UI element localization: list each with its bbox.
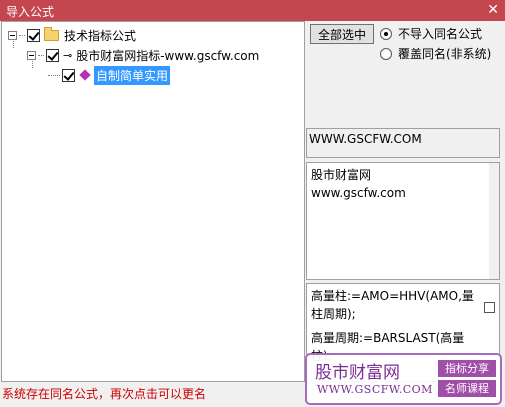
tree-dots (19, 34, 25, 36)
tree-node-root[interactable]: 技术指标公式 (8, 26, 136, 44)
watermark-site-url: WWW.GSCFW.COM (317, 383, 433, 396)
leaf-checkbox[interactable] (62, 68, 75, 82)
child-label: 股市财富网指标-www.gscfw.com (76, 48, 260, 63)
formula-url: WWW.GSCFW.COM (309, 132, 422, 146)
formula-description[interactable]: 股市财富网 www.gscfw.com (306, 162, 500, 280)
code-line: 高量柱:=AMO=HHV(AMO,量柱周期); (311, 289, 474, 321)
close-icon[interactable]: ✕ (487, 1, 499, 19)
status-message: 系统存在同名公式，再次点击可以更名 (2, 387, 207, 401)
radio-skip-duplicates[interactable]: 不导入同名公式 (380, 25, 482, 42)
radio-skip-icon[interactable] (380, 27, 392, 40)
radio-overwrite-duplicates[interactable]: 覆盖同名(非系统) (380, 45, 491, 62)
tree-node-child[interactable]: ⊸ 股市财富网指标-www.gscfw.com (27, 46, 259, 64)
formula-gem-icon (79, 69, 91, 81)
description-line: 股市财富网 (311, 168, 372, 182)
tree-dots (48, 74, 60, 76)
root-label: 技术指标公式 (64, 28, 137, 43)
watermark-tag: 名师课程 (438, 380, 496, 397)
root-checkbox[interactable] (27, 28, 40, 42)
radio-overwrite-label: 覆盖同名(非系统) (398, 47, 492, 61)
tree-node-leaf[interactable]: 自制简单实用 (48, 65, 171, 85)
collapse-icon[interactable] (8, 30, 17, 40)
collapse-icon[interactable] (27, 50, 36, 60)
scrollbar[interactable] (489, 163, 499, 279)
child-checkbox[interactable] (46, 48, 59, 62)
tree-dots (38, 54, 44, 56)
watermark-site-name: 股市财富网 (315, 363, 400, 383)
radio-overwrite-icon[interactable] (380, 47, 392, 60)
window-title: 导入公式 (6, 5, 55, 19)
key-icon: ⊸ (63, 48, 73, 62)
leaf-label[interactable]: 自制简单实用 (94, 65, 171, 85)
title-bar: 导入公式 ✕ (0, 0, 505, 21)
radio-skip-label: 不导入同名公式 (398, 27, 483, 41)
watermark-tag: 指标分享 (438, 360, 496, 377)
folder-icon (44, 26, 59, 41)
select-all-button[interactable]: 全部选中 (310, 24, 374, 44)
code-checkbox[interactable] (484, 302, 495, 313)
description-line: www.gscfw.com (311, 186, 406, 200)
formula-tree: 技术指标公式 ⊸ 股市财富网指标-www.gscfw.com 自制简单实用 (1, 21, 305, 382)
formula-url-field: WWW.GSCFW.COM (306, 128, 500, 158)
site-watermark: 股市财富网 WWW.GSCFW.COM 指标分享 名师课程 (305, 353, 502, 405)
